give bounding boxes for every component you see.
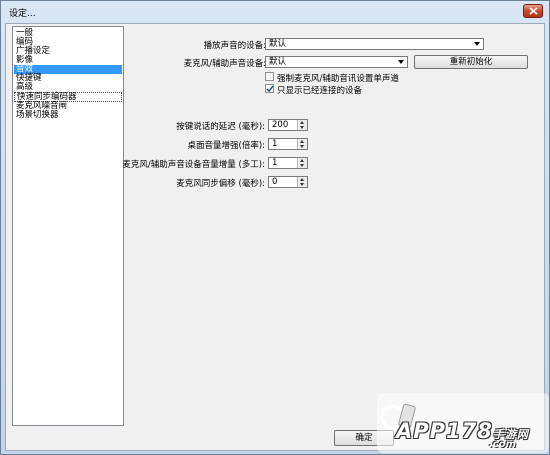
mic-offset-value: 0 — [272, 177, 278, 187]
mic-boost-input[interactable]: 1 — [268, 157, 308, 169]
spinner-arrows-icon[interactable] — [297, 139, 307, 149]
playback-device-label: 播放声音的设备: — [203, 41, 266, 51]
chevron-down-icon — [474, 42, 480, 46]
mic-device-value: 默认 — [269, 57, 287, 67]
settings-window: 设定... 一般 编码 广播设定 影像 音效 快捷键 高级 快速同步编码器 麦克… — [0, 0, 550, 455]
mic-boost-label: 麦克风/辅助声音设备音量增量 (多工): — [122, 160, 265, 170]
playback-device-select[interactable]: 默认 — [265, 38, 484, 50]
desktop-boost-input[interactable]: 1 — [268, 138, 308, 150]
watermark-domain: .com — [489, 439, 517, 450]
desktop-boost-value: 1 — [272, 139, 278, 149]
ptt-delay-value: 200 — [272, 120, 289, 130]
close-icon — [529, 7, 538, 15]
playback-device-value: 默认 — [269, 39, 287, 49]
mic-offset-input[interactable]: 0 — [268, 176, 308, 188]
sidebar-item-scene-switcher[interactable]: 场景切换器 — [14, 111, 122, 120]
mic-device-label: 麦克风/辅助声音设备: — [183, 59, 266, 69]
dialog-body: 一般 编码 广播设定 影像 音效 快捷键 高级 快速同步编码器 麦克风噪音闸 场… — [5, 23, 545, 451]
checkmark-icon — [266, 85, 274, 93]
spinner-arrows-icon[interactable] — [297, 120, 307, 130]
chevron-down-icon — [398, 60, 404, 64]
force-mono-checkbox[interactable] — [265, 72, 274, 81]
desktop-boost-label: 桌面音量增强(倍率): — [187, 141, 266, 151]
only-connected-label: 只显示已经连接的设备 — [277, 86, 363, 96]
window-title: 设定... — [9, 9, 36, 19]
mic-offset-label: 麦克风同步偏移 (毫秒): — [176, 179, 265, 189]
title-bar: 设定... — [1, 1, 549, 23]
mic-boost-value: 1 — [272, 158, 278, 168]
close-button[interactable] — [523, 4, 543, 18]
ptt-delay-label: 按键说话的延迟 (毫秒): — [176, 122, 265, 132]
spinner-arrows-icon[interactable] — [297, 158, 307, 168]
sidebar-item-advanced[interactable]: 高级 — [14, 83, 122, 92]
force-mono-label: 强制麦克风/辅助音讯设置单声道 — [277, 74, 399, 84]
reinitialize-button[interactable]: 重新初始化 — [414, 55, 528, 69]
mic-device-select[interactable]: 默认 — [265, 56, 408, 68]
ptt-delay-input[interactable]: 200 — [268, 119, 308, 131]
settings-category-list[interactable]: 一般 编码 广播设定 影像 音效 快捷键 高级 快速同步编码器 麦克风噪音闸 场… — [12, 26, 124, 426]
spinner-arrows-icon[interactable] — [297, 177, 307, 187]
only-connected-checkbox[interactable] — [265, 84, 274, 93]
